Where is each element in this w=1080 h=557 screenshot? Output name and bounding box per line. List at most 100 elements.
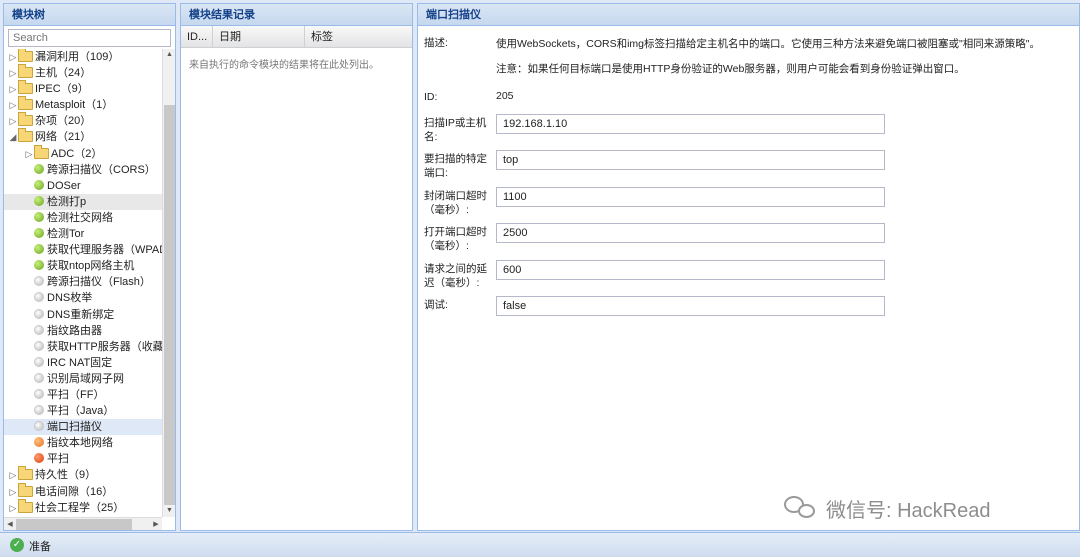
collapsed-arrow-icon[interactable]: ▷ (8, 81, 18, 97)
module-results-panel: 模块结果记录 ID... 日期 标签 来自执行的命令模块的结果将在此处列出。 (180, 3, 413, 531)
tree-item-label: 获取代理服务器（WPAD (47, 244, 168, 257)
ports-input[interactable]: top (496, 150, 885, 170)
module-results-title: 模块结果记录 (181, 4, 412, 26)
tree-item-label: 主机（24） (35, 67, 92, 80)
collapsed-arrow-icon[interactable]: ▷ (8, 467, 18, 483)
folder-icon (18, 466, 33, 481)
column-header-id[interactable]: ID... (181, 26, 213, 47)
tree-item-label: ADC（2） (51, 147, 103, 160)
status-grey-icon (34, 324, 44, 335)
collapsed-arrow-icon[interactable]: ▷ (8, 97, 18, 113)
tree-folder[interactable]: ▷ 杂项（20） (4, 112, 175, 129)
search-input[interactable] (8, 29, 171, 47)
tree-module[interactable]: DNS重新绑定 (4, 307, 175, 323)
check-icon: ✓ (10, 538, 24, 552)
scroll-down-arrow-icon[interactable]: ▼ (163, 505, 176, 517)
tree-module[interactable]: 检测社交网络 (4, 210, 175, 226)
tree-module[interactable]: 获取ntop网络主机 (4, 258, 175, 274)
description-label: 描述: (424, 37, 448, 49)
tree-module[interactable]: 指纹本地网络 (4, 435, 175, 451)
module-tree-panel: 模块树 ▷ 漏洞利用（109） ▷ 主机（24） ▷ IPEC（9） ▷ Metasploit… (3, 3, 176, 531)
tree-item-label: 漏洞利用（109） (35, 51, 120, 63)
status-green-icon (34, 228, 44, 239)
folder-icon (18, 96, 33, 111)
column-header-date[interactable]: 日期 (213, 26, 305, 47)
field-label: 打开端口超时（毫秒）: (424, 226, 487, 252)
collapsed-arrow-icon[interactable]: ▷ (8, 65, 18, 81)
collapsed-arrow-icon[interactable]: ▷ (8, 49, 18, 65)
tree-folder[interactable]: ▷ 漏洞利用（109） (4, 49, 175, 65)
collapsed-arrow-icon[interactable]: ▷ (8, 113, 18, 129)
collapsed-arrow-icon[interactable]: ▷ (8, 500, 18, 516)
folder-icon (18, 482, 33, 497)
results-empty-text: 来自执行的命令模块的结果将在此处列出。 (189, 60, 379, 71)
collapsed-arrow-icon[interactable]: ▷ (8, 484, 18, 500)
expanded-arrow-icon[interactable]: ◢ (8, 129, 18, 145)
folder-icon (34, 144, 49, 159)
tree-module[interactable]: 获取HTTP服务器（收藏 (4, 339, 175, 355)
tree-item-label: 网络（21） (35, 131, 92, 144)
tree-module[interactable]: 指纹路由器 (4, 323, 175, 339)
folder-icon (18, 64, 33, 79)
status-grey-icon (34, 356, 44, 367)
tree-module[interactable]: 识别局域网子网 (4, 371, 175, 387)
tree-module[interactable]: IRC NAT固定 (4, 355, 175, 371)
tree-module[interactable]: 获取代理服务器（WPAD (4, 242, 175, 258)
folder-icon (18, 112, 33, 127)
tree-item-label: 持久性（9） (35, 469, 97, 482)
status-green-icon (34, 260, 44, 271)
tree-folder[interactable]: ▷ 社会工程学（25） (4, 498, 175, 516)
open-timeout-input[interactable]: 2500 (496, 223, 885, 243)
tree-module[interactable]: 跨源扫描仪（Flash） (4, 274, 175, 290)
tree-folder[interactable]: ▷ 持久性（9） (4, 466, 175, 483)
field-label: 封闭端口超时（毫秒）: (424, 190, 487, 216)
tree-module[interactable]: 平扫 (4, 451, 175, 467)
collapsed-arrow-icon[interactable]: ▷ (24, 146, 34, 162)
scroll-right-arrow-icon[interactable]: ▶ (150, 518, 162, 531)
tree-module[interactable]: 跨源扫描仪（CORS） (4, 162, 175, 178)
tree-module[interactable]: 检测Tor (4, 226, 175, 242)
tree-vertical-scrollbar[interactable]: ▲ ▼ (162, 49, 175, 517)
scroll-left-arrow-icon[interactable]: ◀ (4, 518, 16, 531)
tree-module[interactable]: 平扫（Java） (4, 403, 175, 419)
status-orange-icon (34, 437, 44, 448)
delay-input[interactable]: 600 (496, 260, 885, 280)
scrollbar-thumb[interactable] (16, 519, 132, 530)
tree-folder[interactable]: ▷ Metasploit（1） (4, 96, 175, 113)
status-red-icon (34, 453, 44, 464)
tree-folder[interactable]: ▷ 主机（24） (4, 64, 175, 81)
wechat-watermark: 微信号: HackRead (780, 492, 991, 524)
debug-input[interactable]: false (496, 296, 885, 316)
tree-folder[interactable]: ◢ 网络（21） (4, 128, 175, 145)
tree-folder[interactable]: ▷ IPEC（9） (4, 80, 175, 97)
tree-folder[interactable]: ▷ 电话间隙（16） (4, 482, 175, 500)
watermark-text: 微信号: HackRead (826, 499, 991, 522)
module-tree: ▷ 漏洞利用（109） ▷ 主机（24） ▷ IPEC（9） ▷ Metasploit（1） ▷… (4, 49, 175, 517)
status-grey-icon (34, 340, 44, 351)
host-input[interactable]: 192.168.1.10 (496, 114, 885, 134)
field-label: 要扫描的特定端口: (424, 153, 487, 179)
module-detail-panel: 端口扫描仪 描述: 使用WebSockets，CORS和img标签扫描给定主机名… (417, 3, 1080, 531)
scroll-up-arrow-icon[interactable]: ▲ (163, 49, 176, 61)
tree-module[interactable]: 检测打p (4, 193, 175, 210)
tree-module[interactable]: 端口扫描仪 (4, 419, 175, 436)
tree-item-label: IPEC（9） (35, 83, 89, 96)
tree-item-label: 检测社交网络 (47, 211, 113, 224)
module-tree-title: 模块树 (4, 4, 175, 26)
column-header-label[interactable]: 标签 (305, 26, 412, 47)
tree-module[interactable]: DNS枚举 (4, 290, 175, 306)
tree-module[interactable]: 平扫（FF） (4, 387, 175, 403)
status-grey-icon (34, 372, 44, 383)
status-text: 准备 (29, 541, 51, 553)
tree-item-label: 指纹路由器 (47, 324, 102, 337)
tree-item-label: 电话间隙（16） (35, 485, 114, 498)
closed-timeout-input[interactable]: 1100 (496, 187, 885, 207)
status-grey-icon (34, 388, 44, 399)
status-green-icon (34, 211, 44, 222)
tree-horizontal-scrollbar[interactable]: ◀ ▶ (4, 517, 162, 530)
tree-item-label: 杂项（20） (35, 115, 92, 128)
tree-module[interactable]: DOSer (4, 178, 175, 194)
scrollbar-thumb[interactable] (164, 105, 175, 505)
tree-folder[interactable]: ▷ ADC（2） (4, 144, 175, 162)
results-grid-header: ID... 日期 标签 (181, 26, 412, 48)
